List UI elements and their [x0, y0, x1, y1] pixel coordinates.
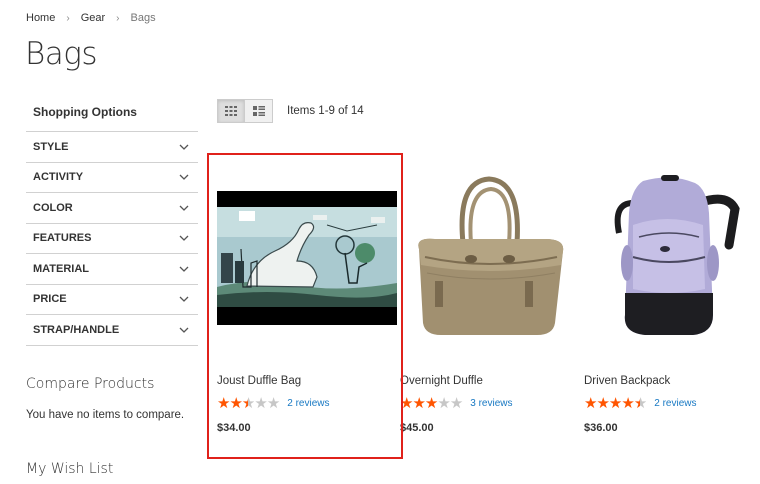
tan-duffle-bag: [418, 176, 564, 335]
filter-label: FEATURES: [33, 232, 92, 245]
star-empty-icon: ★: [437, 395, 450, 412]
rating-stars: ★ ★ ★ ★ ★: [584, 395, 647, 412]
star-icon: ★: [424, 395, 438, 412]
product-name[interactable]: Joust Duffle Bag: [217, 375, 301, 387]
product-price: $45.00: [400, 422, 434, 434]
star-empty-icon: ★: [266, 395, 280, 412]
product-item-driven-backpack: Driven Backpack ★ ★ ★ ★ ★ 2 reviews $36.00: [584, 168, 760, 434]
product-image[interactable]: [217, 168, 397, 348]
filter-label: ACTIVITY: [33, 171, 84, 184]
star-icon: ★: [608, 395, 622, 412]
chevron-down-icon: [179, 205, 189, 211]
star-half-icon: ★: [633, 395, 647, 412]
wish-list-title: My Wish List: [26, 461, 114, 477]
shopping-options-title: Shopping Options: [26, 99, 198, 132]
product-price: $34.00: [217, 422, 251, 434]
star-empty-icon: ★: [254, 395, 267, 412]
product-item-joust-duffle-bag: Joust Duffle Bag ★ ★ ★ ★ ★ 2 reviews $34.00: [217, 168, 397, 434]
list-icon: [252, 106, 265, 116]
breadcrumb-home[interactable]: Home: [26, 12, 55, 24]
grid-icon: [225, 106, 237, 116]
lavender-backpack: [614, 175, 740, 335]
chevron-down-icon: [179, 327, 189, 333]
filter-label: STRAP/HANDLE: [33, 323, 120, 336]
filter-label: COLOR: [33, 201, 73, 214]
star-icon: ★: [596, 395, 609, 412]
filter-label: PRICE: [33, 293, 67, 306]
star-icon: ★: [217, 395, 230, 412]
product-image[interactable]: [584, 168, 760, 348]
product-reviews-link[interactable]: 2 reviews: [287, 398, 329, 409]
chevron-down-icon: [179, 266, 189, 272]
breadcrumb-separator: ›: [66, 12, 70, 24]
star-icon: ★: [621, 395, 634, 412]
grid-view-button[interactable]: [217, 99, 245, 123]
product-rating: ★ ★ ★ ★ ★ 2 reviews: [217, 396, 330, 411]
filter-label: STYLE: [33, 140, 69, 153]
rating-stars: ★ ★ ★ ★ ★: [217, 395, 280, 412]
compare-empty-message: You have no items to compare.: [26, 409, 185, 421]
filter-label: MATERIAL: [33, 262, 90, 275]
filter-features[interactable]: FEATURES: [26, 224, 198, 254]
star-half-icon: ★: [241, 395, 255, 412]
product-rating: ★ ★ ★ ★ ★ 3 reviews: [400, 396, 513, 411]
star-empty-icon: ★: [449, 395, 463, 412]
product-name[interactable]: Overnight Duffle: [400, 375, 483, 387]
breadcrumb-current: Bags: [130, 12, 156, 24]
product-image[interactable]: [400, 168, 580, 348]
compare-products-title: Compare Products: [26, 376, 155, 392]
star-icon: ★: [400, 395, 413, 412]
chevron-down-icon: [179, 174, 189, 181]
product-reviews-link[interactable]: 2 reviews: [654, 398, 696, 409]
sidebar: Shopping Options STYLE ACTIVITY COLOR FE…: [26, 99, 198, 346]
filter-activity[interactable]: ACTIVITY: [26, 163, 198, 193]
chevron-down-icon: [179, 235, 189, 242]
chevron-down-icon: [179, 296, 189, 303]
rating-stars: ★ ★ ★ ★ ★: [400, 395, 463, 412]
page-title: Bags: [25, 36, 98, 72]
products-toolbar: Items 1-9 of 14: [217, 99, 364, 123]
breadcrumb-separator: ›: [116, 12, 120, 24]
filter-strap-handle[interactable]: STRAP/HANDLE: [26, 315, 198, 346]
chevron-down-icon: [179, 144, 189, 150]
list-view-button[interactable]: [245, 99, 273, 123]
product-item-overnight-duffle: Overnight Duffle ★ ★ ★ ★ ★ 3 reviews $45.00: [400, 168, 580, 434]
joust-duffle-video-thumbnail: [217, 191, 397, 325]
filter-color[interactable]: COLOR: [26, 193, 198, 224]
filter-material[interactable]: MATERIAL: [26, 254, 198, 285]
product-rating: ★ ★ ★ ★ ★ 2 reviews: [584, 396, 697, 411]
toolbar-amount: Items 1-9 of 14: [287, 105, 364, 117]
breadcrumb: Home › Gear › Bags: [26, 12, 156, 24]
filter-price[interactable]: PRICE: [26, 285, 198, 315]
star-icon: ★: [229, 395, 242, 412]
filter-style[interactable]: STYLE: [26, 132, 198, 163]
star-icon: ★: [584, 395, 597, 412]
product-price: $36.00: [584, 422, 618, 434]
product-name[interactable]: Driven Backpack: [584, 375, 670, 387]
breadcrumb-gear[interactable]: Gear: [81, 12, 105, 24]
star-icon: ★: [412, 395, 425, 412]
product-reviews-link[interactable]: 3 reviews: [470, 398, 512, 409]
